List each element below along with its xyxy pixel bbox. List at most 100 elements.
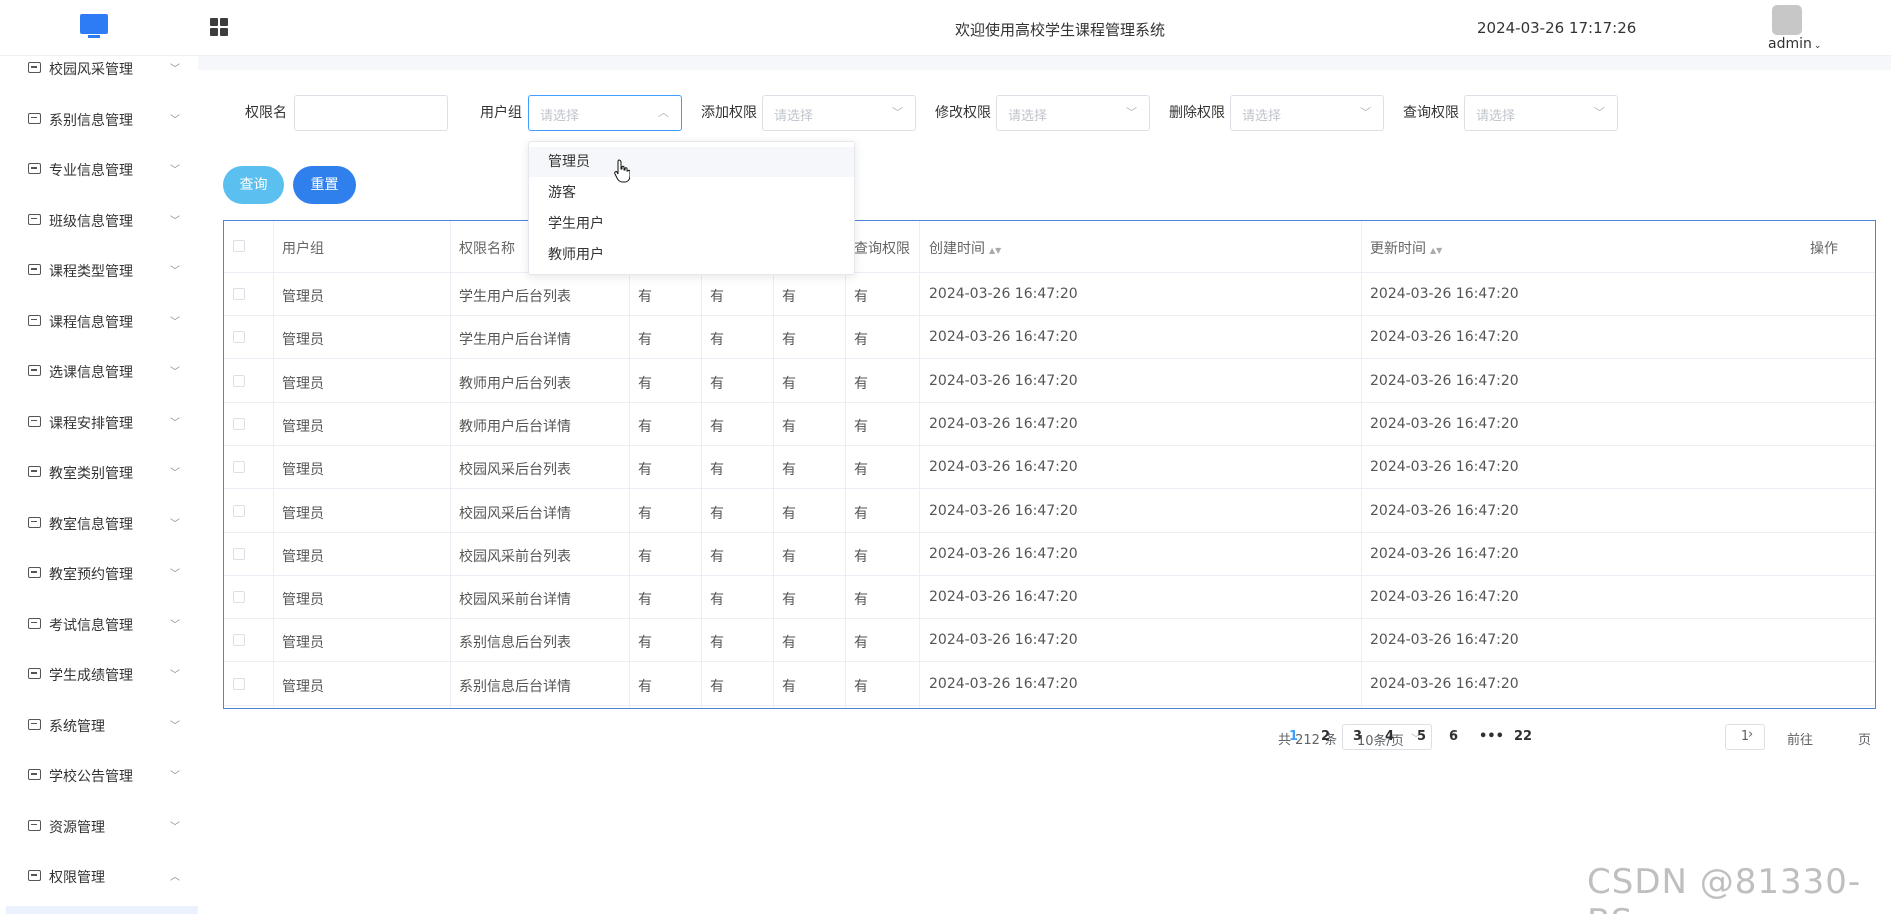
- cell-perm-d: 有: [854, 592, 868, 609]
- cell-updated-time: 2024-03-26 16:47:20: [1370, 675, 1519, 692]
- row-checkbox[interactable]: [233, 504, 245, 517]
- sidebar-item[interactable]: 考试信息管理 ﹀: [0, 604, 198, 644]
- page-number[interactable]: 3: [1353, 729, 1362, 744]
- query-perm-select[interactable]: 请选择 ﹀: [1464, 95, 1618, 131]
- table-row[interactable]: 管理员 校园风采后台列表 有 有 有 有 2024-03-26 16:47:20 2024-0…: [224, 446, 1875, 490]
- page-number[interactable]: 2: [1321, 729, 1330, 744]
- select-all-checkbox[interactable]: [233, 240, 245, 252]
- row-checkbox[interactable]: [233, 461, 245, 474]
- sidebar-item[interactable]: 校园风采管理 ﹀: [0, 56, 198, 88]
- avatar[interactable]: [1772, 5, 1802, 35]
- page-size-value: 10条/页: [1357, 734, 1404, 749]
- sidebar-item[interactable]: 学校公告管理 ﹀: [0, 755, 198, 795]
- menu-icon: [28, 466, 41, 477]
- pagination-ellipsis[interactable]: •••: [1479, 729, 1504, 744]
- add-perm-select[interactable]: 请选择 ﹀: [762, 95, 916, 131]
- table-row[interactable]: 管理员 学生用户后台列表 有 有 有 有 2024-03-26 16:47:20 2024-0…: [224, 273, 1875, 316]
- sidebar-item[interactable]: 系别信息管理 ﹀: [0, 99, 198, 139]
- query-perm-label: 查询权限: [1403, 105, 1459, 121]
- user-group-select[interactable]: 请选择 ︿: [528, 95, 682, 131]
- sidebar-item-label: 校园风采管理: [49, 62, 133, 78]
- row-checkbox[interactable]: [233, 677, 245, 690]
- table-row[interactable]: 管理员 校园风采后台详情 有 有 有 有 2024-03-26 16:47:20 2024-0…: [224, 490, 1875, 533]
- sidebar-item[interactable]: 教室预约管理 ﹀: [0, 553, 198, 593]
- delete-perm-select[interactable]: 请选择 ﹀: [1230, 95, 1384, 131]
- sidebar-item[interactable]: 权限管理 ︿: [0, 856, 198, 896]
- table-row[interactable]: 管理员 系别信息后台列表 有 有 有 有 2024-03-26 16:47:20 2024-0…: [224, 619, 1875, 663]
- col-user-group: 用户组: [282, 241, 324, 257]
- user-menu[interactable]: admin ⌄: [1768, 36, 1821, 52]
- table-row[interactable]: 管理员 校园风采前台列表 有 有 有 有 2024-03-26 16:47:20 2024-0…: [224, 533, 1875, 576]
- cell-perm-a: 有: [638, 462, 652, 479]
- page-number[interactable]: 6: [1449, 729, 1458, 744]
- sort-icon[interactable]: ▲▼: [1430, 246, 1442, 255]
- sidebar-item[interactable]: 学生成绩管理 ﹀: [0, 654, 198, 694]
- cell-perm-d: 有: [854, 332, 868, 349]
- menu-icon: [28, 870, 41, 881]
- cell-perm-a: 有: [638, 418, 652, 435]
- sidebar-item[interactable]: 资源管理 ﹀: [0, 806, 198, 846]
- cell-perm-b: 有: [710, 635, 724, 652]
- sidebar-item-label: 系别信息管理: [49, 112, 133, 129]
- menu-icon: [28, 365, 41, 376]
- col-created-time[interactable]: 创建时间 ▲▼: [929, 238, 1001, 258]
- system-title: 欢迎使用高校学生课程管理系统: [955, 21, 1166, 39]
- goto-page-input[interactable]: 1: [1725, 724, 1765, 750]
- menu-icon: [28, 769, 41, 780]
- sidebar-item[interactable]: 系统管理 ﹀: [0, 705, 198, 745]
- row-checkbox[interactable]: [233, 547, 245, 560]
- reset-button[interactable]: 重置: [293, 166, 356, 204]
- cell-user-group: 管理员: [282, 462, 324, 479]
- row-checkbox[interactable]: [233, 634, 245, 647]
- col-updated-time[interactable]: 更新时间 ▲▼: [1370, 238, 1442, 258]
- page-number[interactable]: 5: [1417, 729, 1426, 744]
- page-number[interactable]: 1: [1289, 729, 1298, 744]
- dropdown-option[interactable]: 学生用户: [529, 209, 854, 239]
- add-perm-label: 添加权限: [701, 105, 757, 121]
- chevron-down-icon: ﹀: [170, 316, 180, 328]
- sort-icon[interactable]: ▲▼: [989, 246, 1001, 255]
- page-number[interactable]: 22: [1514, 729, 1532, 744]
- chevron-down-icon: ﹀: [170, 468, 180, 479]
- sidebar-item[interactable]: 班级信息管理 ﹀: [0, 200, 198, 240]
- sidebar-item[interactable]: 教室信息管理 ﹀: [0, 503, 198, 543]
- row-checkbox[interactable]: [233, 374, 245, 387]
- search-button[interactable]: 查询: [223, 166, 284, 204]
- table-row[interactable]: 管理员 学生用户后台详情 有 有 有 有 2024-03-26 16:47:20 2024-0…: [224, 316, 1875, 360]
- sidebar-item[interactable]: 课程信息管理 ﹀: [0, 301, 198, 341]
- monitor-logo-icon: [80, 14, 108, 38]
- table-row[interactable]: 管理员 系别信息后台详情 有 有 有 有 2024-03-26 16:47:20 2024-0…: [224, 663, 1875, 706]
- cell-created-time: 2024-03-26 16:47:20: [929, 415, 1078, 432]
- table-row[interactable]: 管理员 教师用户后台列表 有 有 有 有 2024-03-26 16:47:20 2024-0…: [224, 360, 1875, 403]
- sidebar-subitem-active[interactable]: [6, 906, 198, 914]
- delete-perm-label: 删除权限: [1169, 105, 1225, 121]
- apps-grid-icon[interactable]: [210, 18, 229, 37]
- perm-name-input[interactable]: [294, 95, 448, 131]
- sidebar-item[interactable]: 专业信息管理 ﹀: [0, 149, 198, 189]
- cell-created-time: 2024-03-26 16:47:20: [929, 545, 1078, 562]
- cell-perm-d: 有: [854, 375, 868, 392]
- sidebar-item[interactable]: 课程类型管理 ﹀: [0, 250, 198, 290]
- chevron-down-icon: ﹀: [170, 720, 180, 732]
- sidebar-item[interactable]: 课程安排管理 ﹀: [0, 402, 198, 442]
- chevron-down-icon: ﹀: [892, 106, 903, 119]
- row-checkbox[interactable]: [233, 331, 245, 344]
- edit-perm-label: 修改权限: [935, 105, 991, 121]
- table-row[interactable]: 管理员 校园风采前台详情 有 有 有 有 2024-03-26 16:47:20 2024-0…: [224, 576, 1875, 620]
- dropdown-option[interactable]: 管理员: [529, 147, 854, 177]
- row-checkbox[interactable]: [233, 591, 245, 604]
- page-number[interactable]: 4: [1385, 729, 1394, 744]
- table-row[interactable]: 管理员 教师用户后台详情 有 有 有 有 2024-03-26 16:47:20 2024-0…: [224, 403, 1875, 446]
- row-checkbox[interactable]: [233, 417, 245, 430]
- edit-perm-select[interactable]: 请选择 ﹀: [996, 95, 1150, 131]
- cell-perm-name: 校园风采后台列表: [459, 462, 571, 479]
- chevron-down-icon: ﹀: [170, 771, 180, 782]
- dropdown-option[interactable]: 教师用户: [529, 240, 854, 270]
- sidebar-item[interactable]: 选课信息管理 ﹀: [0, 351, 198, 391]
- dropdown-option[interactable]: 游客: [529, 178, 854, 208]
- row-checkbox[interactable]: [233, 288, 245, 300]
- chevron-down-icon: ﹀: [170, 215, 180, 227]
- perm-name-label: 权限名: [245, 105, 287, 121]
- sidebar-item[interactable]: 教室类别管理 ﹀: [0, 452, 198, 492]
- sidebar-item-label: 专业信息管理: [49, 163, 133, 179]
